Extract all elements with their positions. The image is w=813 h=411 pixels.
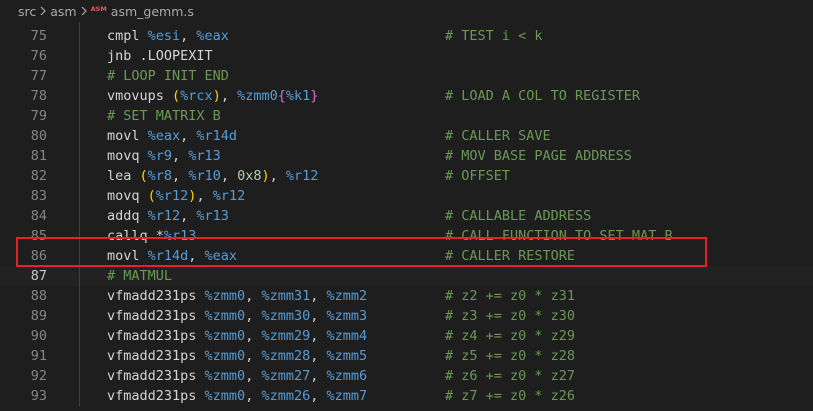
breadcrumb: src asm ASM asm_gemm.s <box>0 0 813 22</box>
line-number: 93 <box>30 388 47 404</box>
line-number: 79 <box>30 108 47 124</box>
code-text: vfmadd231ps %zmm0, %zmm29, %zmm4 <box>107 328 368 344</box>
code-comment: # z3 += z0 * z30 <box>445 308 576 324</box>
indent-guide <box>79 26 80 46</box>
indent-guide <box>79 326 80 346</box>
code-line[interactable]: 89 vfmadd231ps %zmm0, %zmm30, %zmm3 # z3 +… <box>0 306 813 326</box>
indent-guide <box>79 306 80 326</box>
breadcrumb-item-file[interactable]: asm_gemm.s <box>111 4 194 19</box>
code-comment: # z2 += z0 * z31 <box>445 288 576 304</box>
code-comment: # MOV BASE PAGE ADDRESS <box>445 148 632 164</box>
code-text: vfmadd231ps %zmm0, %zmm28, %zmm5 <box>107 348 368 364</box>
code-comment: # OFFSET <box>445 168 511 184</box>
indent-guide <box>79 106 80 126</box>
chevron-right-icon <box>36 6 50 16</box>
code-text: # MATMUL <box>107 268 173 284</box>
indent-guide <box>79 186 80 206</box>
indent-guide <box>79 166 80 186</box>
code-text: # LOOP INIT END <box>107 68 229 84</box>
indent-guide <box>79 366 80 386</box>
code-line[interactable]: 90 vfmadd231ps %zmm0, %zmm29, %zmm4 # z4 +… <box>0 326 813 346</box>
code-comment: # CALLABLE ADDRESS <box>445 208 592 224</box>
code-text: vfmadd231ps %zmm0, %zmm30, %zmm3 <box>107 308 368 324</box>
code-comment: # z4 += z0 * z29 <box>445 328 576 344</box>
line-number: 87 <box>30 268 47 284</box>
code-text: vmovups (%rcx), %zmm0{%k1} <box>107 88 319 104</box>
code-line[interactable]: 86 movl %r14d, %eax # CALLER RESTORE <box>0 246 813 266</box>
code-text: addq %r12, %r13 <box>107 208 229 224</box>
code-line[interactable]: 87 # MATMUL <box>0 266 813 286</box>
code-line[interactable]: 82 lea (%r8, %r10, 0x8), %r12 # OFFSET <box>0 166 813 186</box>
code-text: movl %r14d, %eax <box>107 248 238 264</box>
line-number: 80 <box>30 128 47 144</box>
code-line[interactable]: 80 movl %eax, %r14d # CALLER SAVE <box>0 126 813 146</box>
line-number: 84 <box>30 208 47 224</box>
code-text: movq %r9, %r13 <box>107 148 221 164</box>
code-text: vfmadd231ps %zmm0, %zmm26, %zmm7 <box>107 388 368 404</box>
code-comment: # z5 += z0 * z28 <box>445 348 576 364</box>
code-text: movq (%r12), %r12 <box>107 188 246 204</box>
line-number: 82 <box>30 168 47 184</box>
indent-guide <box>79 66 80 86</box>
code-line[interactable]: 85 callq *%r13 # CALL FUNCTION TO SET MAT … <box>0 226 813 246</box>
indent-guide <box>79 146 80 166</box>
code-text: callq *%r13 <box>107 228 197 244</box>
indent-guide <box>79 286 80 306</box>
code-editor[interactable]: 74# LOOP INIT75cmpl %esi, %eax# TEST i <… <box>0 22 813 411</box>
code-line[interactable]: 84 addq %r12, %r13 # CALLABLE ADDRESS <box>0 206 813 226</box>
indent-guide <box>79 46 80 66</box>
code-comment: # TEST i < k <box>445 28 543 44</box>
code-lines: 74# LOOP INIT75cmpl %esi, %eax# TEST i <… <box>0 22 813 406</box>
asm-file-icon: ASM <box>90 4 107 13</box>
code-text: jnb .LOOPEXIT <box>107 48 213 64</box>
breadcrumb-item-src[interactable]: src <box>18 4 36 19</box>
line-number: 83 <box>30 188 47 204</box>
line-number: 76 <box>30 48 47 64</box>
chevron-right-icon <box>77 6 91 16</box>
code-comment: # CALLER SAVE <box>445 128 551 144</box>
indent-guide <box>79 206 80 226</box>
line-number: 92 <box>30 368 47 384</box>
code-text: lea (%r8, %r10, 0x8), %r12 <box>107 168 319 184</box>
code-comment: # CALL FUNCTION TO SET MAT B <box>445 228 673 244</box>
indent-guide <box>79 126 80 146</box>
code-line[interactable]: 76 jnb .LOOPEXIT <box>0 46 813 66</box>
code-line[interactable]: 75 cmpl %esi, %eax # TEST i < k <box>0 26 813 46</box>
line-number: 75 <box>30 28 47 44</box>
code-line[interactable]: 77 # LOOP INIT END <box>0 66 813 86</box>
line-number: 78 <box>30 88 47 104</box>
line-number: 89 <box>30 308 47 324</box>
line-number: 88 <box>30 288 47 304</box>
code-comment: # z6 += z0 * z27 <box>445 368 576 384</box>
line-number: 81 <box>30 148 47 164</box>
code-text: # SET MATRIX B <box>107 108 221 124</box>
indent-guide <box>79 86 80 106</box>
code-line[interactable]: 78 vmovups (%rcx), %zmm0{%k1} # LOAD A COL… <box>0 86 813 106</box>
line-number: 86 <box>30 248 47 264</box>
code-comment: # z7 += z0 * z26 <box>445 388 576 404</box>
indent-guide <box>79 246 80 266</box>
code-comment: # LOAD A COL TO REGISTER <box>445 88 641 104</box>
indent-guide <box>79 266 80 286</box>
code-line[interactable]: 83 movq (%r12), %r12 <box>0 186 813 206</box>
code-comment: # CALLER RESTORE <box>445 248 576 264</box>
indent-guide <box>79 346 80 366</box>
code-line[interactable]: 91 vfmadd231ps %zmm0, %zmm28, %zmm5 # z5 +… <box>0 346 813 366</box>
code-text: movl %eax, %r14d <box>107 128 238 144</box>
code-line[interactable]: 92 vfmadd231ps %zmm0, %zmm27, %zmm6 # z6 +… <box>0 366 813 386</box>
code-line[interactable]: 88 vfmadd231ps %zmm0, %zmm31, %zmm2 # z2 +… <box>0 286 813 306</box>
line-number: 90 <box>30 328 47 344</box>
code-line[interactable]: 81 movq %r9, %r13 # MOV BASE PAGE ADDRESS <box>0 146 813 166</box>
code-line[interactable]: 79 # SET MATRIX B <box>0 106 813 126</box>
code-text: vfmadd231ps %zmm0, %zmm27, %zmm6 <box>107 368 368 384</box>
code-text: vfmadd231ps %zmm0, %zmm31, %zmm2 <box>107 288 368 304</box>
indent-guide <box>79 226 80 246</box>
code-text: cmpl %esi, %eax <box>107 28 229 44</box>
line-number: 85 <box>30 228 47 244</box>
line-number: 91 <box>30 348 47 364</box>
code-line[interactable]: 93 vfmadd231ps %zmm0, %zmm26, %zmm7 # z7 +… <box>0 386 813 406</box>
line-number: 77 <box>30 68 47 84</box>
breadcrumb-item-asm[interactable]: asm <box>50 4 76 19</box>
indent-guide <box>79 386 80 406</box>
